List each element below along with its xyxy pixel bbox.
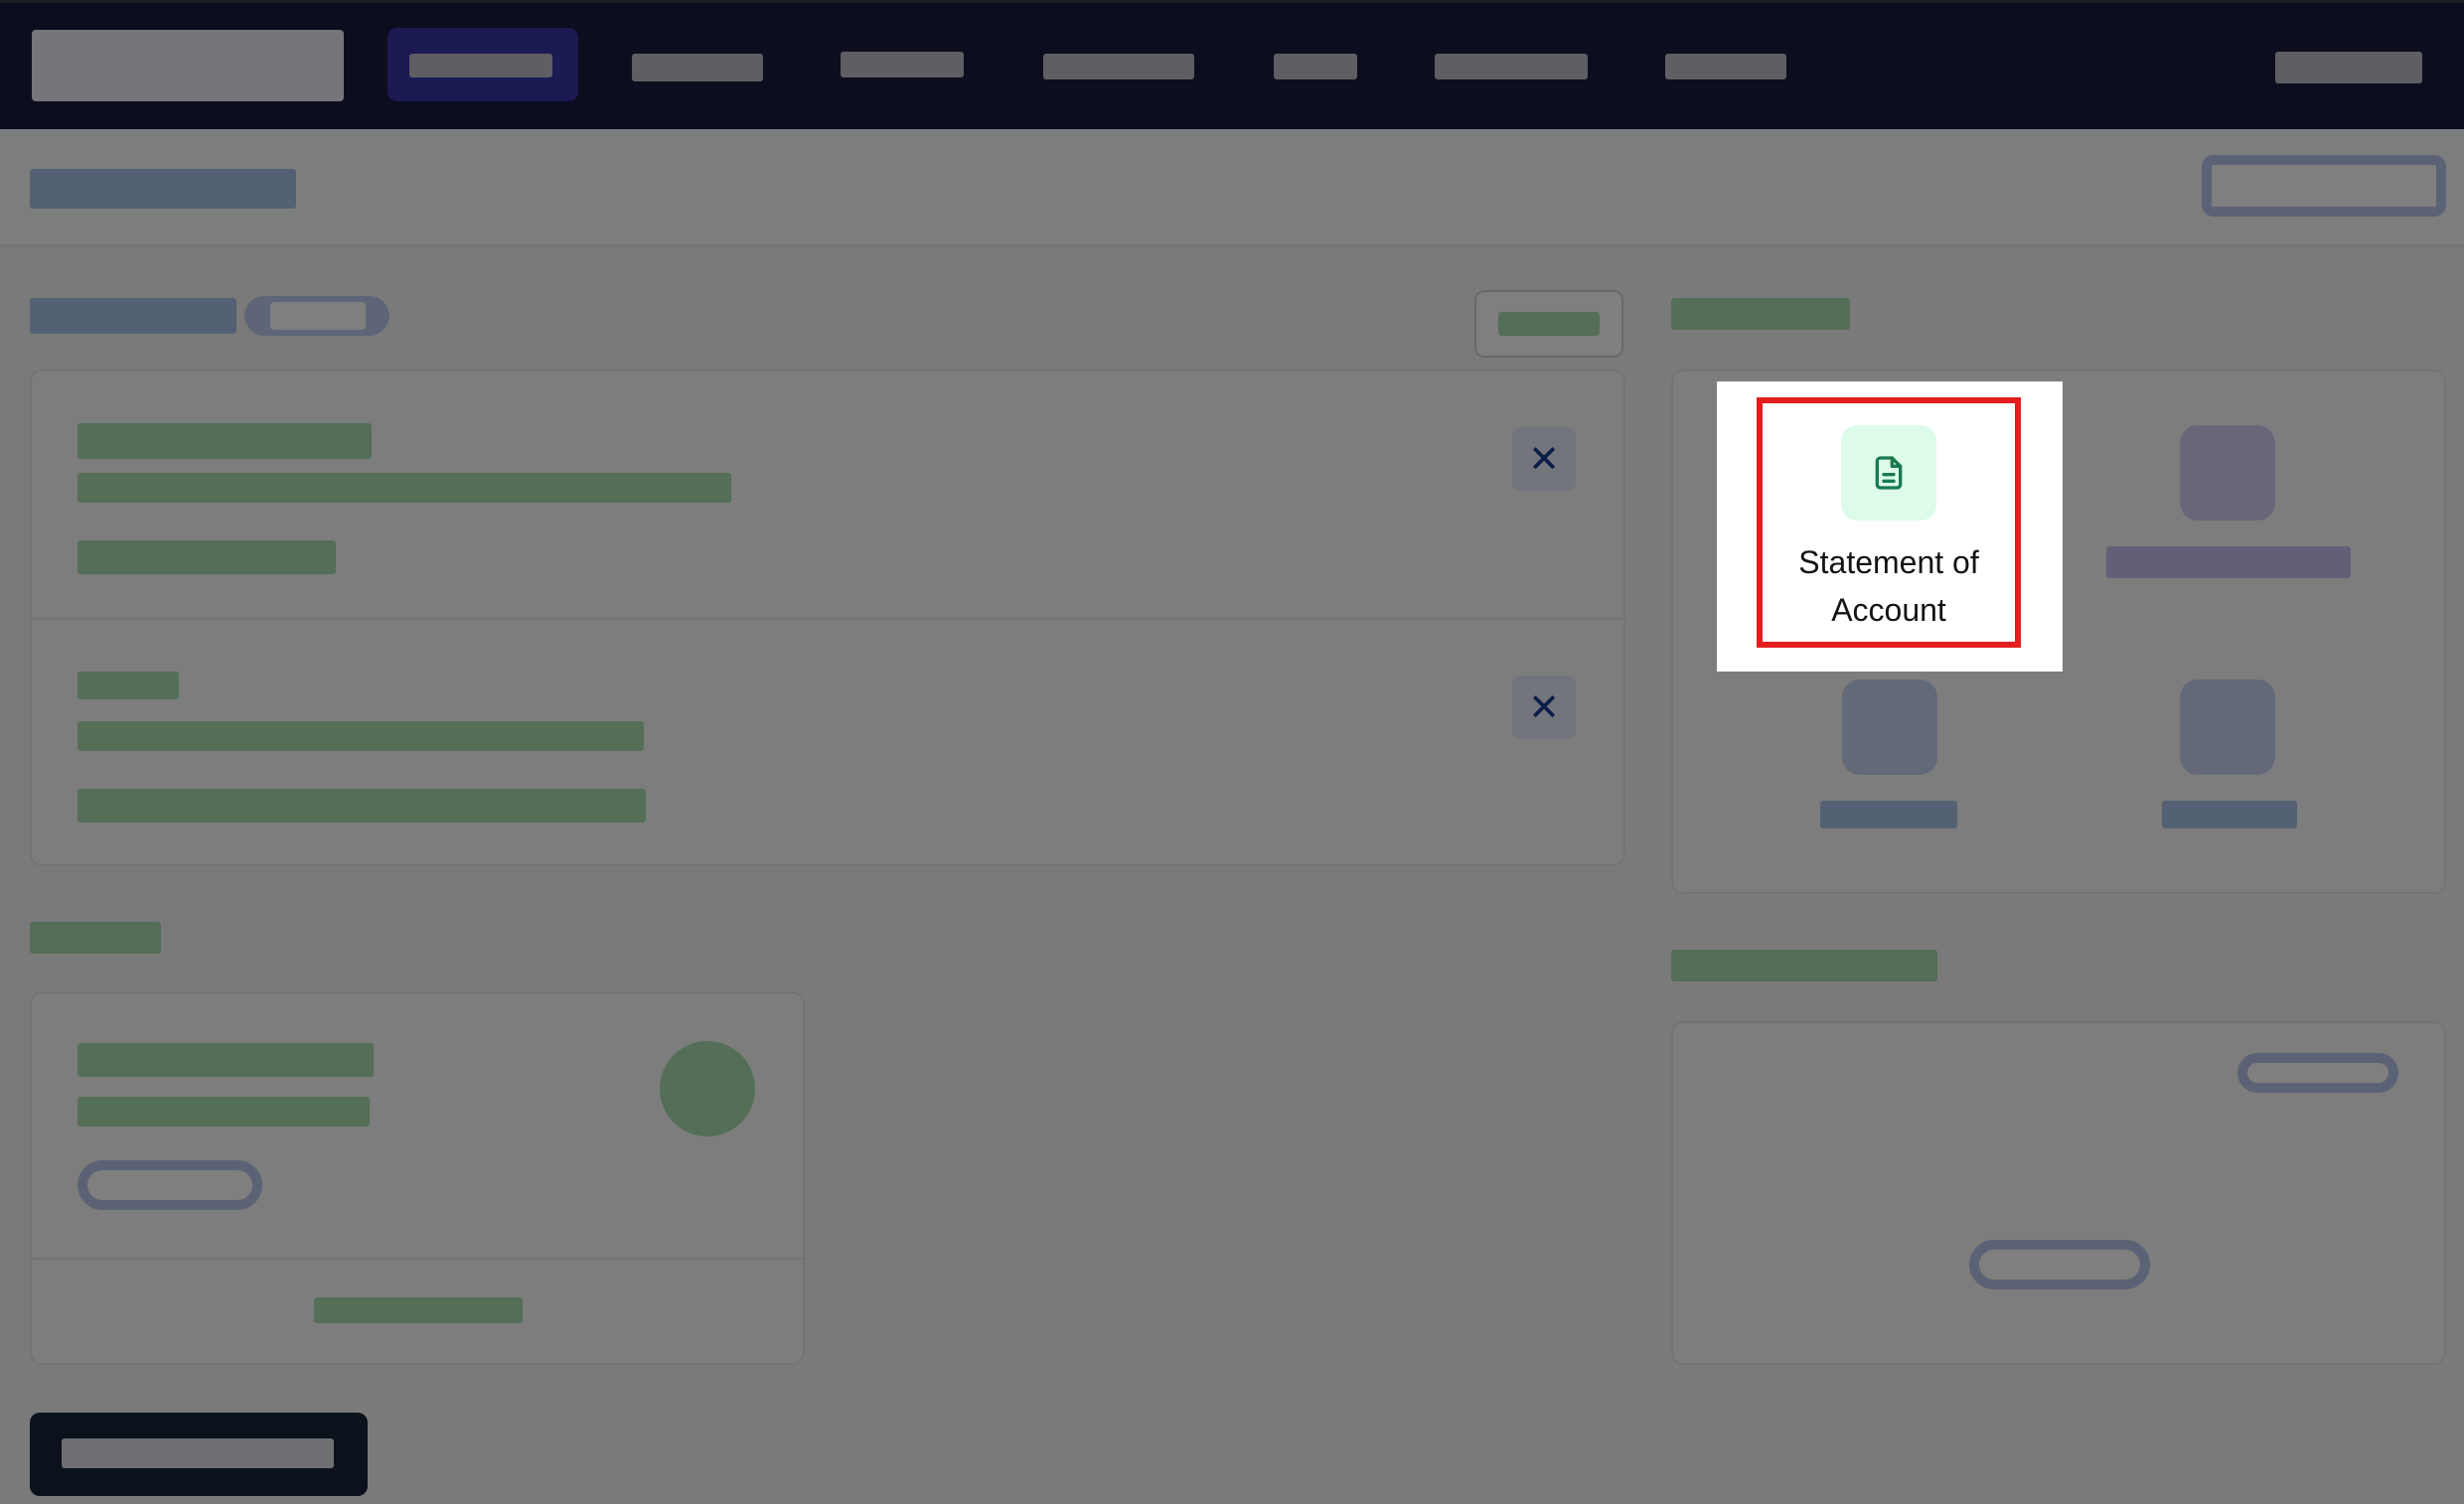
document-icon <box>1841 425 1936 521</box>
statement-of-account-tile[interactable]: Statement of Account <box>1757 397 2021 648</box>
tile-label: Statement of Account <box>1798 544 1979 628</box>
dim-overlay <box>0 0 2464 1504</box>
